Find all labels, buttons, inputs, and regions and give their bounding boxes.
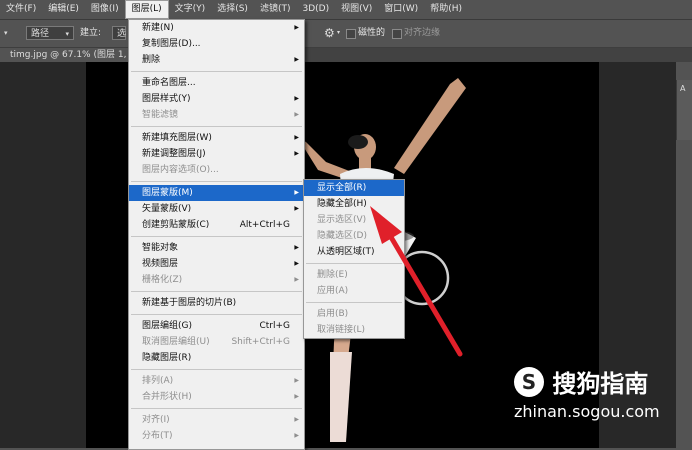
red-arrow-annotation	[370, 206, 463, 357]
